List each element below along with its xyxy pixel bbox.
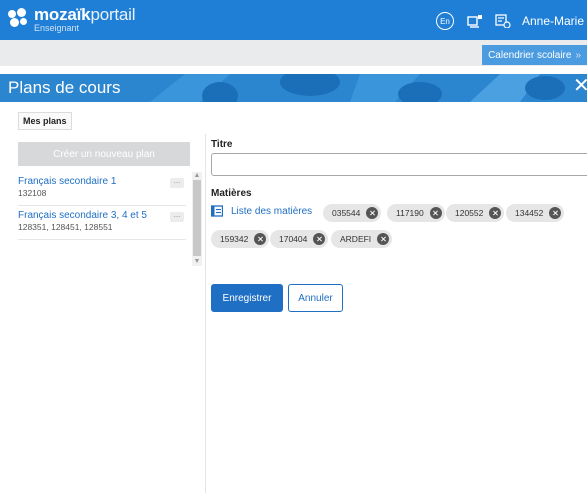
subject-chip-label: 120552 [455, 208, 484, 218]
brand-name-bold: mozaïk [34, 5, 91, 24]
subject-chip-label: 117190 [396, 208, 424, 218]
remove-chip-icon[interactable] [429, 207, 442, 219]
resources-icon[interactable] [466, 13, 484, 29]
list-icon [211, 205, 223, 217]
scroll-down-icon[interactable]: ▼ [192, 258, 202, 266]
subjects-link-label: Liste des matières [231, 205, 313, 217]
plan-list-item[interactable]: Français secondaire 3, 4 et 5 128351, 12… [18, 210, 186, 240]
brand-name: mozaïkportail [34, 5, 136, 24]
remove-chip-icon[interactable] [366, 207, 379, 219]
messages-icon[interactable] [494, 13, 512, 29]
subject-chip: 134452 [506, 204, 565, 222]
tab-my-plans[interactable]: Mes plans [18, 112, 72, 130]
panel-divider [205, 134, 206, 493]
cancel-button[interactable]: Annuler [288, 284, 343, 312]
more-options-icon[interactable]: ... [170, 177, 184, 188]
scroll-thumb[interactable] [193, 180, 201, 256]
brand-role: Enseignant [34, 23, 80, 33]
remove-chip-icon[interactable] [377, 233, 390, 245]
title-label: Titre [211, 139, 233, 150]
user-name[interactable]: Anne-Marie [522, 14, 584, 28]
subject-chip-label: 035544 [332, 208, 361, 218]
subject-chip-label: 134452 [515, 208, 544, 218]
subject-chip-label: ARDEFI [340, 234, 372, 244]
plan-list-item[interactable]: Français secondaire 1 132108 ... [18, 176, 186, 206]
plan-codes: 128351, 128451, 128551 [18, 222, 113, 232]
plan-codes: 132108 [18, 188, 47, 198]
remove-chip-icon[interactable] [254, 233, 267, 245]
more-options-icon[interactable]: ... [170, 211, 184, 222]
remove-chip-icon[interactable] [549, 207, 562, 219]
title-input[interactable] [211, 153, 587, 176]
subject-chip: ARDEFI [331, 230, 393, 248]
page-banner: Plans de cours ✕ [0, 74, 587, 102]
school-calendar-label: Calendrier scolaire [488, 49, 572, 61]
remove-chip-icon[interactable] [313, 233, 326, 245]
subject-chip: 117190 [387, 204, 445, 222]
plan-name: Français secondaire 1 [18, 176, 117, 187]
top-bar: mozaïkportail Enseignant En Anne-Marie [0, 0, 587, 40]
language-button[interactable]: En [435, 12, 454, 30]
subjects-label: Matières [211, 188, 252, 199]
subject-chip: 120552 [446, 204, 505, 222]
create-plan-button[interactable]: Créer un nouveau plan [18, 142, 190, 166]
close-icon[interactable]: ✕ [573, 76, 587, 96]
subject-chip: 035544 [323, 204, 382, 222]
subject-chip: 170404 [270, 230, 329, 248]
remove-chip-icon[interactable] [489, 207, 502, 219]
page-title: Plans de cours [8, 78, 121, 97]
subject-chip-label: 159342 [220, 234, 249, 244]
sidebar-scrollbar[interactable]: ▲ ▼ [192, 172, 202, 266]
subject-chip: 159342 [211, 230, 270, 248]
brand-logo[interactable]: mozaïkportail Enseignant [8, 5, 136, 33]
double-chevron-right-icon: » [575, 49, 581, 61]
subjects-list-link[interactable]: Liste des matières [211, 205, 312, 217]
scroll-up-icon[interactable]: ▲ [192, 172, 202, 180]
save-button[interactable]: Enregistrer [211, 284, 283, 312]
mozaik-logo-icon [8, 8, 30, 28]
plan-name: Français secondaire 3, 4 et 5 [18, 210, 147, 221]
school-calendar-link[interactable]: Calendrier scolaire » [482, 45, 587, 65]
brand-name-light: portail [90, 5, 136, 24]
subject-chip-label: 170404 [279, 234, 308, 244]
